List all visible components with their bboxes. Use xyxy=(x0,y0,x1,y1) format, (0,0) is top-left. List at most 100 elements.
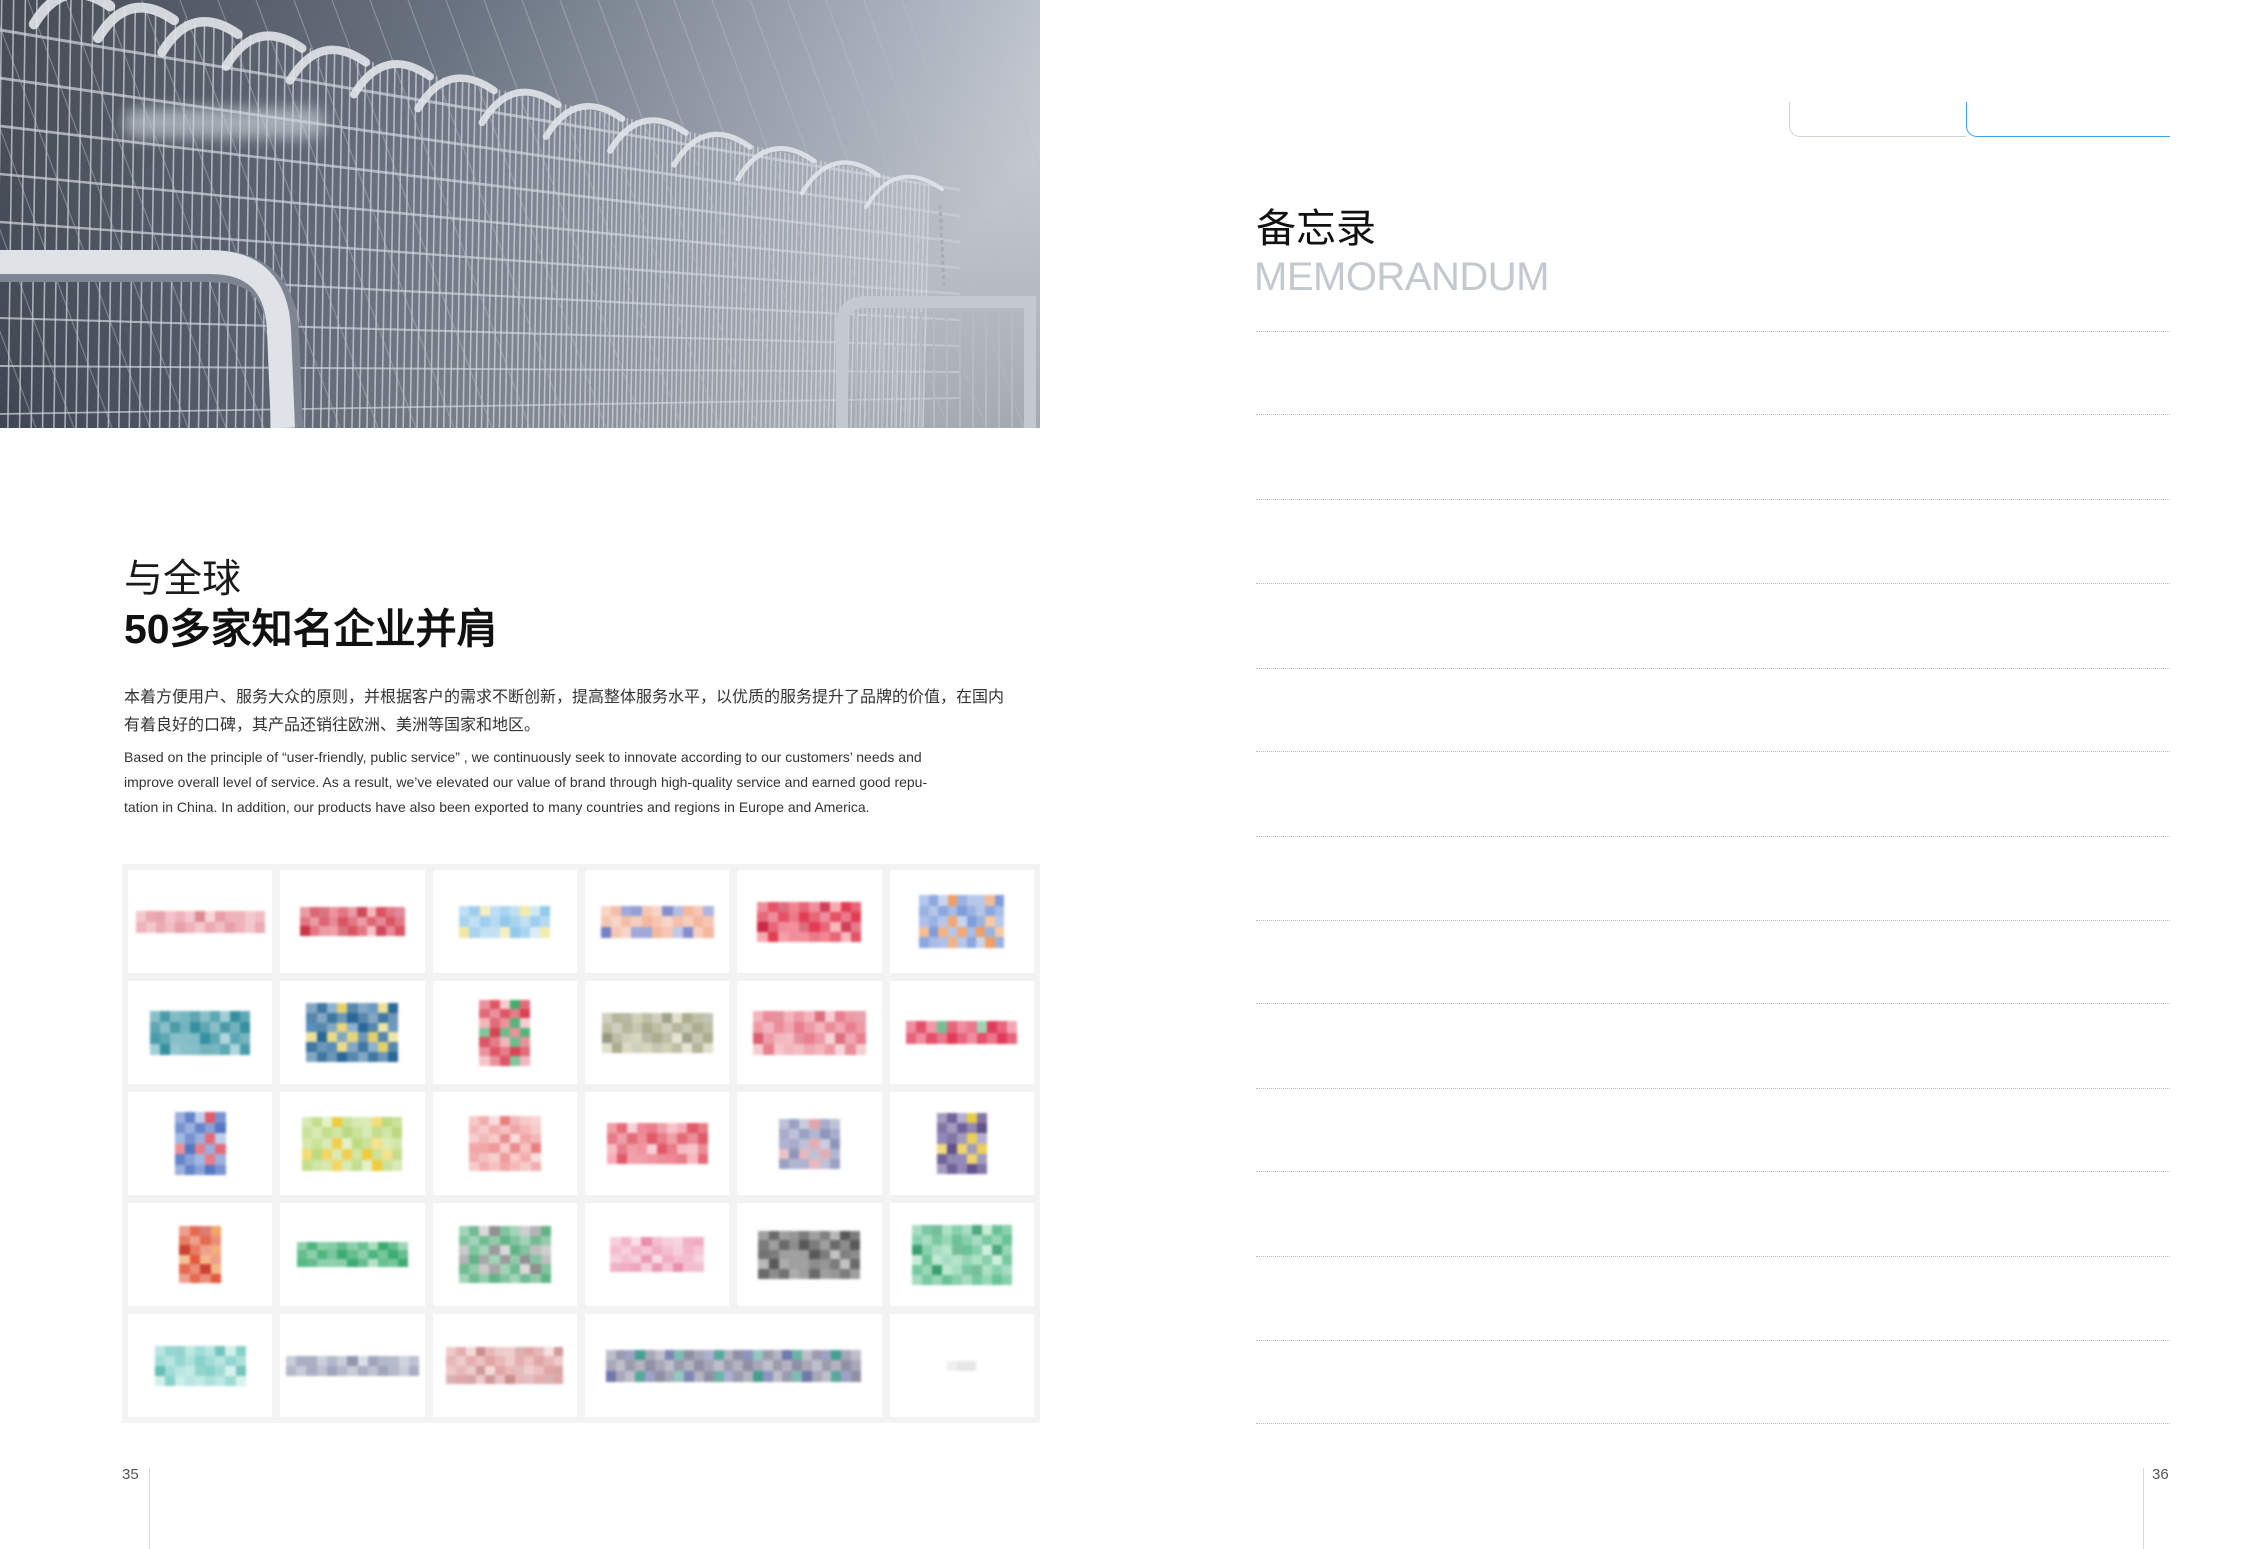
logo-pixel xyxy=(831,1360,842,1371)
logo-pixel xyxy=(352,1127,363,1139)
logo-pixel xyxy=(357,1365,368,1376)
logo-pixel xyxy=(327,1258,338,1267)
logo-pixel xyxy=(631,1042,643,1053)
section-heading: 与全球 50多家知名企业并肩 xyxy=(124,556,498,654)
logo-pixel xyxy=(768,1249,779,1260)
logo-pixel xyxy=(799,921,810,932)
logo-pixel xyxy=(851,931,862,942)
page-number-rule-left xyxy=(149,1468,150,1549)
logo-pixel xyxy=(357,907,367,917)
logo-pixel xyxy=(200,1264,211,1274)
logo-pixel xyxy=(190,1021,201,1033)
logo-pixel xyxy=(703,1370,714,1382)
logo-pixel xyxy=(850,1230,861,1241)
logo-pixel xyxy=(357,1042,368,1053)
logo-pixel xyxy=(611,1022,622,1033)
logo-pixel xyxy=(657,1133,668,1144)
partner-logo xyxy=(285,1355,419,1376)
logo-pixel xyxy=(778,1148,790,1159)
logo-pixel xyxy=(672,1022,683,1033)
logo-pixel xyxy=(789,1128,800,1139)
logo-pixel xyxy=(326,1032,338,1043)
logo-pixel xyxy=(392,1148,403,1160)
partner-logo-cell xyxy=(432,1314,577,1417)
logo-pixel xyxy=(210,1273,222,1283)
logo-pixel xyxy=(459,916,470,927)
logo-pixel xyxy=(956,1143,967,1154)
logo-pixel xyxy=(200,1273,211,1283)
logo-pixel xyxy=(479,1273,490,1283)
logo-pixel xyxy=(378,1355,389,1366)
logo-pixel xyxy=(642,1022,653,1033)
logo-pixel xyxy=(319,907,329,917)
logo-pixel xyxy=(489,1226,500,1236)
logo-pixel xyxy=(985,905,995,917)
logo-pixel xyxy=(664,1360,675,1371)
logo-pixel xyxy=(778,1118,790,1129)
logo-pixel xyxy=(174,1375,185,1386)
logo-pixel xyxy=(662,1237,673,1246)
logo-pixel xyxy=(819,1268,830,1279)
logo-pixel xyxy=(164,1345,175,1356)
logo-pixel xyxy=(758,1249,769,1260)
logo-pixel xyxy=(662,1042,673,1053)
intro-english: Based on the principle of “user-friendly… xyxy=(124,745,1040,820)
logo-pixel xyxy=(976,1163,987,1174)
logo-pixel xyxy=(1007,1032,1018,1044)
logo-pixel xyxy=(804,1043,815,1055)
logo-pixel xyxy=(757,911,768,922)
logo-pixel xyxy=(652,916,663,927)
logo-pixel xyxy=(938,916,948,927)
logo-pixel xyxy=(702,1032,713,1043)
logo-pixel xyxy=(733,1360,744,1371)
logo-pixel xyxy=(778,1158,790,1169)
logo-pixel xyxy=(966,1143,977,1154)
logo-pixel xyxy=(499,1134,510,1144)
logo-pixel xyxy=(499,1273,510,1283)
logo-pixel xyxy=(326,1022,338,1033)
memo-writing-line xyxy=(1256,751,2170,752)
logo-pixel xyxy=(458,1254,470,1264)
logo-pixel xyxy=(170,1021,181,1033)
logo-pixel xyxy=(835,1043,846,1055)
logo-pixel xyxy=(234,910,245,922)
logo-pixel xyxy=(170,1032,181,1044)
logo-pixel xyxy=(553,1347,564,1357)
logo-pixel xyxy=(215,921,225,933)
logo-pixel xyxy=(154,1365,165,1376)
logo-pixel xyxy=(479,1226,490,1236)
logo-pixel xyxy=(540,1264,551,1274)
logo-pixel xyxy=(966,905,976,917)
logo-pixel xyxy=(631,1245,642,1255)
logo-pixel xyxy=(306,1032,317,1043)
logo-pixel xyxy=(170,1010,181,1022)
logo-pixel xyxy=(667,1133,678,1144)
logo-pixel xyxy=(994,926,1005,938)
logo-pixel xyxy=(479,1152,490,1163)
logo-pixel xyxy=(672,1263,684,1272)
logo-pixel xyxy=(682,1042,693,1053)
logo-pixel xyxy=(845,1010,856,1022)
partner-logo xyxy=(936,1113,987,1174)
logo-pixel xyxy=(956,1133,967,1144)
logo-pixel xyxy=(465,1374,476,1384)
logo-pixel xyxy=(941,1274,952,1285)
logo-pixel xyxy=(799,1148,810,1159)
logo-pixel xyxy=(165,921,176,933)
logo-pixel xyxy=(337,1355,348,1366)
logo-pixel xyxy=(524,1374,535,1384)
partner-logo xyxy=(600,905,714,938)
logo-pixel xyxy=(830,911,841,922)
logo-pixel xyxy=(385,916,396,927)
logo-pixel xyxy=(652,1022,663,1033)
logo-pixel xyxy=(703,905,714,917)
logo-pixel xyxy=(509,1018,521,1028)
logo-pixel xyxy=(829,1148,840,1159)
logo-pixel xyxy=(906,1021,917,1033)
logo-pixel xyxy=(635,1370,646,1382)
logo-pixel xyxy=(789,1158,800,1169)
logo-pixel xyxy=(296,1355,307,1366)
logo-pixel xyxy=(509,1008,521,1019)
logo-pixel xyxy=(328,916,339,927)
logo-pixel xyxy=(322,1138,333,1149)
